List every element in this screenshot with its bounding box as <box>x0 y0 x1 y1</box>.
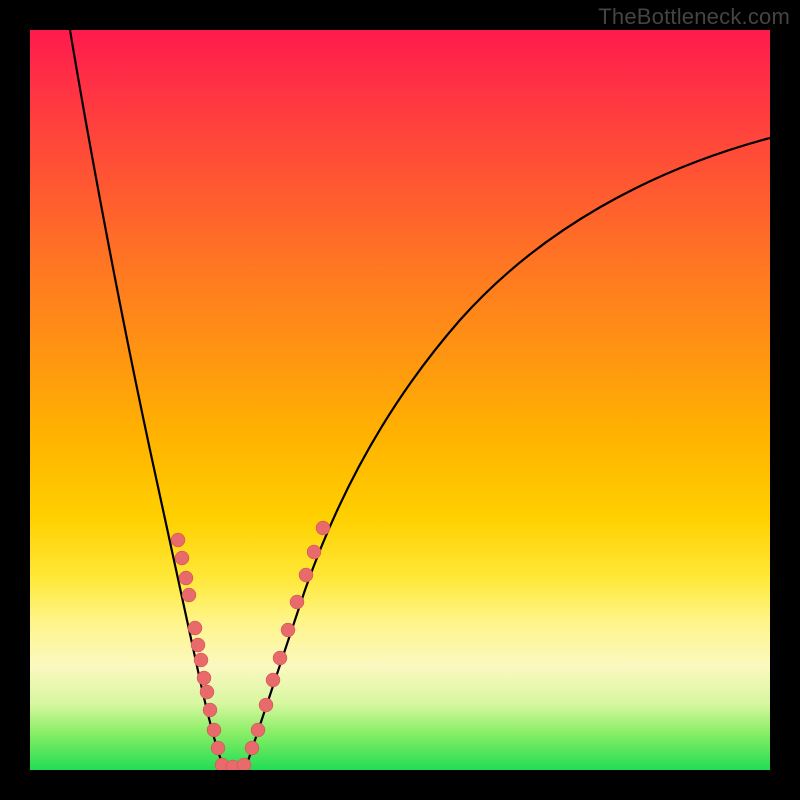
marker-dot <box>203 703 217 717</box>
marker-dot <box>191 638 205 652</box>
chart-svg <box>30 30 770 770</box>
watermark-text: TheBottleneck.com <box>598 4 790 30</box>
marker-dot <box>266 673 280 687</box>
marker-dot <box>245 741 259 755</box>
marker-group <box>171 521 330 770</box>
marker-dot <box>290 595 304 609</box>
marker-dot <box>237 758 251 770</box>
marker-dot <box>207 723 221 737</box>
marker-dot <box>307 545 321 559</box>
chart-frame: TheBottleneck.com <box>0 0 800 800</box>
marker-dot <box>197 671 211 685</box>
marker-dot <box>281 623 295 637</box>
marker-dot <box>188 621 202 635</box>
marker-dot <box>179 571 193 585</box>
marker-dot <box>299 568 313 582</box>
marker-dot <box>211 741 225 755</box>
marker-dot <box>316 521 330 535</box>
marker-dot <box>273 651 287 665</box>
plot-area <box>30 30 770 770</box>
marker-dot <box>194 653 208 667</box>
right-curve <box>245 138 770 770</box>
marker-dot <box>259 698 273 712</box>
marker-dot <box>251 723 265 737</box>
marker-dot <box>171 533 185 547</box>
marker-dot <box>182 588 196 602</box>
marker-dot <box>200 685 214 699</box>
marker-dot <box>175 551 189 565</box>
